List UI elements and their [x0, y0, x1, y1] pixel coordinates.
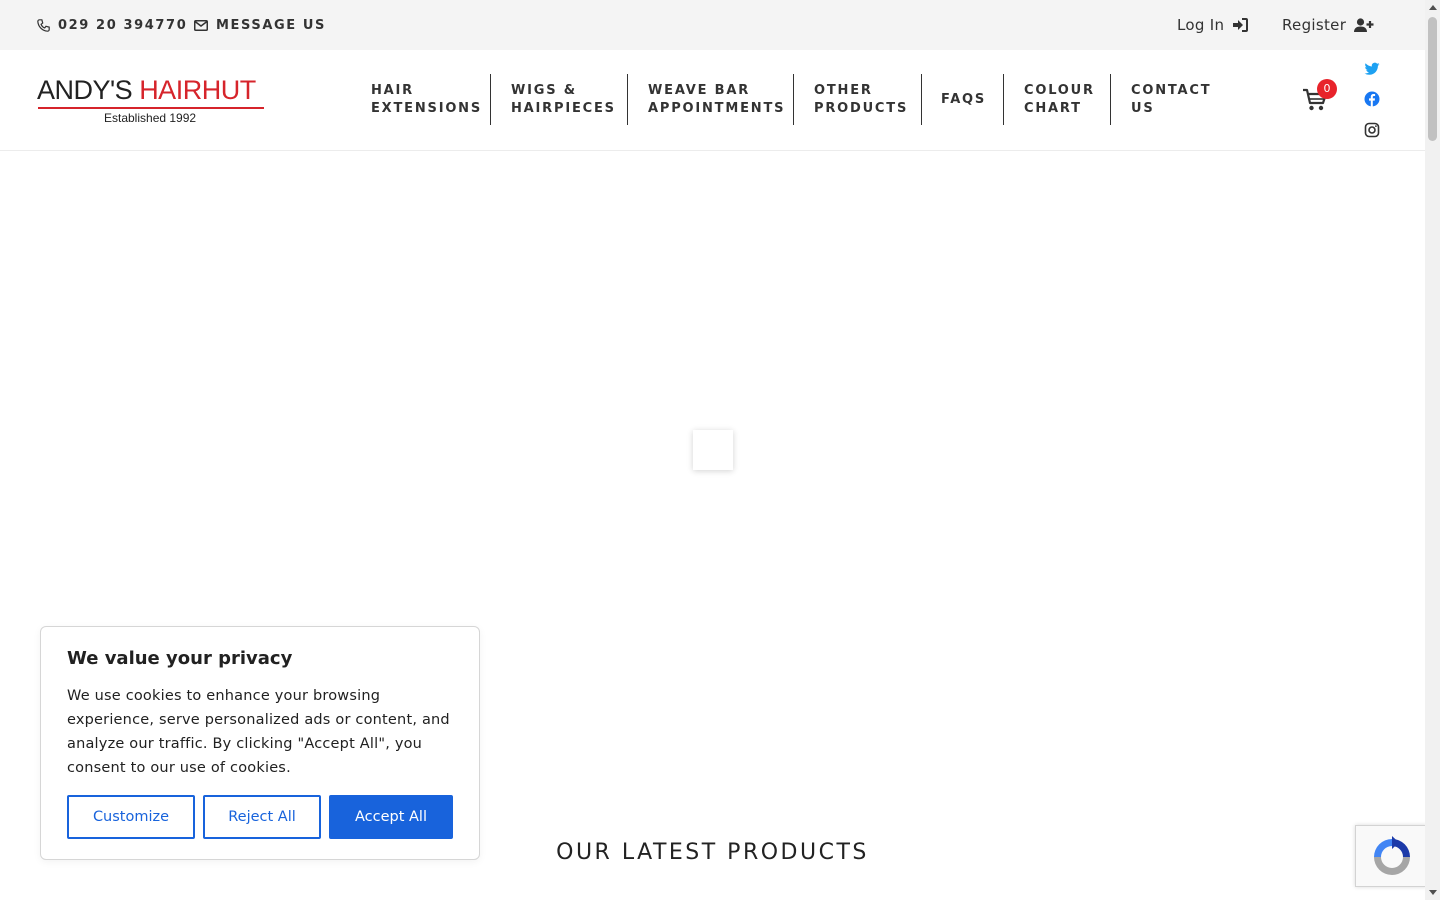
- recaptcha-icon: [1374, 836, 1410, 875]
- envelope-icon: [194, 19, 208, 31]
- nav-faqs[interactable]: FAQS: [941, 74, 986, 125]
- scrollbar-thumb[interactable]: [1428, 17, 1437, 141]
- nav-colour-chart[interactable]: COLOUR CHART: [1024, 74, 1095, 125]
- twitter-icon[interactable]: [1364, 61, 1380, 77]
- nav-weave-bar-appointments[interactable]: WEAVE BAR APPOINTMENTS: [648, 74, 785, 125]
- cookie-title: We value your privacy: [67, 648, 293, 669]
- loading-spinner: [693, 430, 733, 470]
- site-header: ANDY'S HAIRHUT Established 1992 HAIR EXTE…: [0, 50, 1425, 151]
- cookie-text: We use cookies to enhance your browsing …: [67, 688, 450, 776]
- message-us-link[interactable]: MESSAGE US: [194, 0, 326, 50]
- scroll-down-arrow-icon[interactable]: [1425, 885, 1440, 900]
- cookie-accept-all-button[interactable]: Accept All: [329, 795, 453, 839]
- nav-divider: [793, 74, 794, 125]
- facebook-icon[interactable]: [1364, 91, 1380, 107]
- sign-in-icon: [1233, 18, 1249, 32]
- phone-icon: [37, 18, 50, 32]
- page-scrollbar[interactable]: [1425, 0, 1440, 900]
- cookie-reject-all-button[interactable]: Reject All: [203, 795, 321, 839]
- nav-contact-us[interactable]: CONTACT US: [1131, 74, 1211, 125]
- phone-link[interactable]: 029 20 394770: [37, 0, 187, 50]
- recaptcha-badge[interactable]: [1355, 825, 1427, 887]
- nav-divider: [1110, 74, 1111, 125]
- register-link[interactable]: Register: [1282, 0, 1374, 50]
- user-plus-icon: [1354, 17, 1374, 32]
- nav-hair-extensions[interactable]: HAIR EXTENSIONS: [371, 74, 482, 125]
- nav-divider: [490, 74, 491, 125]
- cookie-customize-button[interactable]: Customize: [67, 795, 195, 839]
- nav-divider: [627, 74, 628, 125]
- cart-count-badge[interactable]: 0: [1317, 79, 1337, 99]
- instagram-icon[interactable]: [1364, 122, 1380, 138]
- nav-other-products[interactable]: OTHER PRODUCTS: [814, 74, 908, 125]
- scroll-up-arrow-icon[interactable]: [1425, 0, 1440, 15]
- register-label: Register: [1282, 16, 1347, 34]
- login-link[interactable]: Log In: [1177, 0, 1249, 50]
- message-us-label: MESSAGE US: [216, 17, 327, 33]
- top-bar: 029 20 394770 MESSAGE US Log In Register: [0, 0, 1425, 50]
- nav-divider: [921, 74, 922, 125]
- nav-divider: [1003, 74, 1004, 125]
- cookie-consent-banner: We value your privacy We use cookies to …: [40, 626, 480, 860]
- main-nav: HAIR EXTENSIONS WIGS & HAIRPIECES WEAVE BA…: [0, 74, 1425, 125]
- nav-wigs-hairpieces[interactable]: WIGS & HAIRPIECES: [511, 74, 616, 125]
- login-label: Log In: [1177, 16, 1225, 34]
- phone-number: 029 20 394770: [58, 17, 188, 33]
